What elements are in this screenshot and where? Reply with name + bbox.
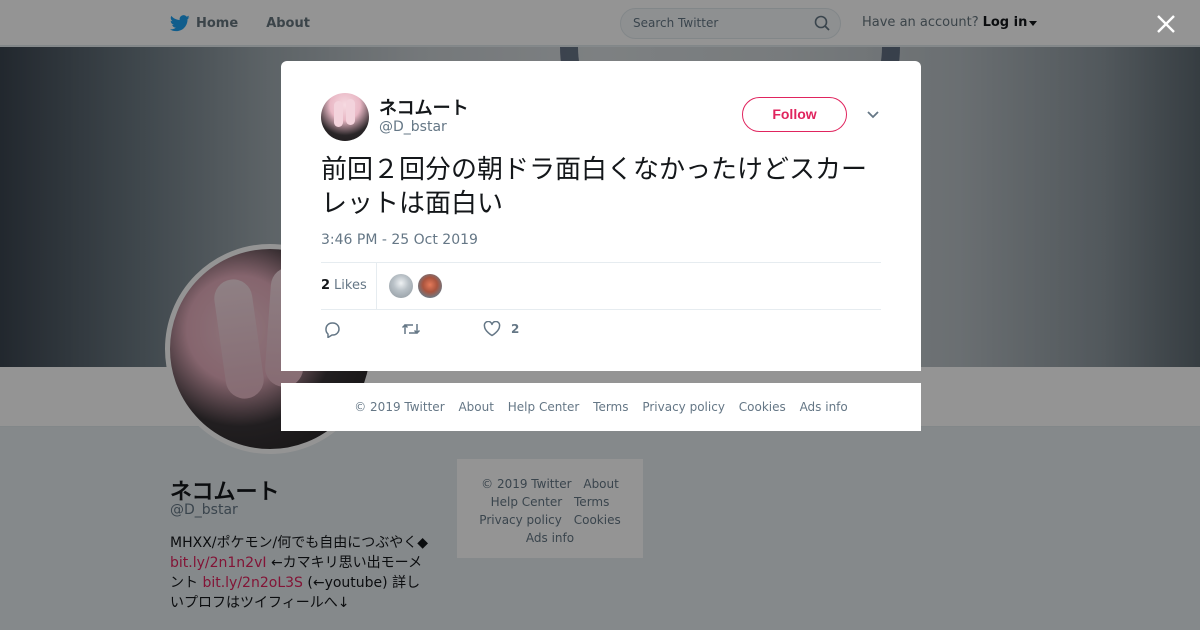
footer-cookies-link[interactable]: Cookies [739,400,786,414]
tweet-timestamp[interactable]: 3:46 PM - 25 Oct 2019 [321,232,478,248]
tweet-text: 前回２回分の朝ドラ面白くなかったけどスカーレットは面白い [321,155,868,219]
modal-footer: © 2019 Twitter About Help Center Terms P… [281,383,921,431]
tweet-author-avatar[interactable] [321,93,369,141]
heart-icon [483,321,501,337]
retweet-button[interactable] [401,321,421,337]
follow-button[interactable]: Follow [742,97,847,132]
tweet-modal: ネコムート @D_bstar Follow 前回２回分の朝ドラ面白くなかったけど… [281,61,921,371]
reply-button[interactable] [323,321,341,338]
footer-terms-link[interactable]: Terms [593,400,628,414]
tweet-author-handle[interactable]: @D_bstar [379,119,447,135]
tweet-actions: 2 [321,319,881,343]
footer-help-link[interactable]: Help Center [508,400,580,414]
likes-label: Likes [334,278,367,293]
like-count: 2 [511,322,520,336]
tweet-stats: 2 Likes [321,262,881,310]
footer-about-link[interactable]: About [458,400,493,414]
liker-avatar[interactable] [389,274,413,298]
tweet-author-name[interactable]: ネコムート [379,94,469,120]
likes-count: 2 [321,278,331,293]
likes-stat[interactable]: 2 Likes [321,263,377,309]
avatar-image-detail [334,101,343,127]
footer-copyright: © 2019 Twitter [354,400,445,414]
avatar-image-detail [346,99,355,125]
reply-icon [325,322,340,338]
liker-avatar[interactable] [418,274,442,298]
footer-ads-link[interactable]: Ads info [800,400,848,414]
chevron-down-icon[interactable] [866,110,880,120]
close-icon[interactable] [1155,13,1177,35]
retweet-icon [401,323,421,335]
footer-privacy-link[interactable]: Privacy policy [642,400,725,414]
like-button[interactable]: 2 [483,321,519,337]
